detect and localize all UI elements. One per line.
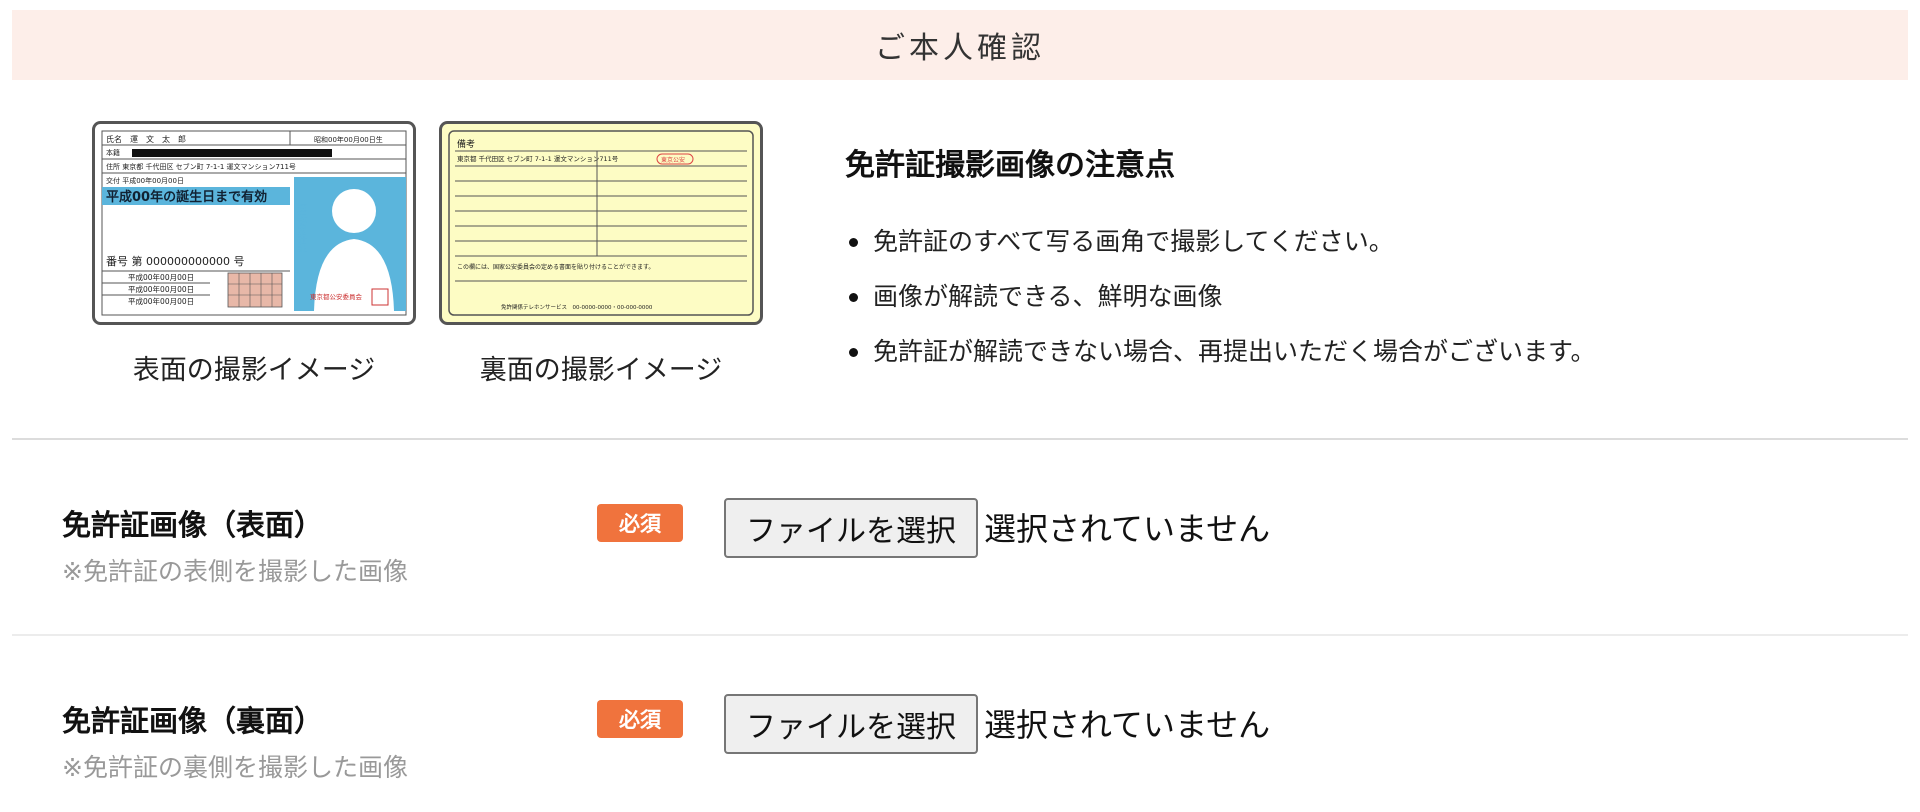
back-sample: 備考 東京都 千代田区 セブン町 7-1-1 運文マンション711号 東京公安 … — [439, 121, 763, 386]
bullet-icon — [849, 238, 858, 247]
card-birth: 昭和00年00月00日生 — [314, 135, 383, 144]
card-date-1: 平成00年00月00日 — [128, 272, 194, 282]
page-title: ご本人確認 — [875, 31, 1045, 66]
back-card-footer: 免許関係テレホンサービス 00-0000-0000・00-000-0000 — [501, 303, 653, 311]
card-license-label: 運転免許証 — [295, 203, 307, 254]
back-card-remarks: 備考 — [457, 138, 475, 150]
back-sample-caption: 裏面の撮影イメージ — [479, 355, 723, 386]
front-card-image: 氏名 運 文 太 郎 昭和00年00月00日生 本籍 住所 東京都 千代田区 セ… — [92, 121, 416, 325]
license-samples: 氏名 運 文 太 郎 昭和00年00月00日生 本籍 住所 東京都 千代田区 セ… — [92, 121, 792, 391]
divider — [12, 438, 1908, 440]
card-address: 住所 東京都 千代田区 セブン町 7-1-1 運文マンション711号 — [106, 162, 296, 171]
front-image-hint: ※免許証の表側を撮影した画像 — [62, 557, 408, 586]
front-file-status: 選択されていません — [984, 510, 1271, 548]
upload-row-front: 免許証画像（表面） ※免許証の表側を撮影した画像 必須 ファイルを選択 選択され… — [12, 496, 1908, 616]
front-sample: 氏名 運 文 太 郎 昭和00年00月00日生 本籍 住所 東京都 千代田区 セ… — [92, 121, 416, 386]
divider — [12, 634, 1908, 636]
back-card-image: 備考 東京都 千代田区 セブン町 7-1-1 運文マンション711号 東京公安 … — [439, 121, 763, 325]
list-item: 免許証のすべて写る画角で撮影してください。 — [845, 214, 1895, 269]
card-date-2: 平成00年00月00日 — [128, 284, 194, 294]
back-card-stamp: 東京公安 — [661, 156, 685, 164]
required-badge: 必須 — [597, 700, 683, 738]
required-badge: 必須 — [597, 504, 683, 542]
card-date-3: 平成00年00月00日 — [128, 296, 194, 306]
back-file-status: 選択されていません — [984, 706, 1271, 744]
upload-row-back: 免許証画像（裏面） ※免許証の裏側を撮影した画像 必須 ファイルを選択 選択され… — [12, 692, 1908, 812]
back-file-select-button[interactable]: ファイルを選択 — [724, 694, 978, 754]
list-item: 画像が解読できる、鮮明な画像 — [845, 269, 1895, 324]
front-file-select-button[interactable]: ファイルを選択 — [724, 498, 978, 558]
back-card-note: この欄には、国家公安委員会の定める書面を貼り付けることができます。 — [457, 263, 654, 271]
card-issue: 交付 平成00年00月00日 — [106, 176, 184, 185]
card-name: 氏名 運 文 太 郎 — [106, 134, 186, 144]
notes-list: 免許証のすべて写る画角で撮影してください。 画像が解読できる、鮮明な画像 免許証… — [845, 214, 1895, 379]
card-number: 番号 第 000000000000 号 — [106, 254, 244, 268]
back-image-label: 免許証画像（裏面） — [62, 704, 324, 738]
page-title-bar: ご本人確認 — [12, 10, 1908, 80]
front-image-label: 免許証画像（表面） — [62, 508, 324, 542]
notes-title: 免許証撮影画像の注意点 — [845, 148, 1175, 183]
bullet-icon — [849, 348, 858, 357]
back-image-hint: ※免許証の裏側を撮影した画像 — [62, 753, 408, 782]
front-sample-caption: 表面の撮影イメージ — [132, 355, 376, 386]
card-issuer: 東京都公安委員会 — [310, 292, 363, 301]
bullet-icon — [849, 293, 858, 302]
card-honseki: 本籍 — [106, 148, 120, 157]
list-item: 免許証が解読できない場合、再提出いただく場合がございます。 — [845, 324, 1895, 379]
card-valid: 平成00年の誕生日まで有効 — [106, 189, 267, 205]
back-card-address: 東京都 千代田区 セブン町 7-1-1 運文マンション711号 — [457, 154, 619, 163]
photo-notes: 免許証撮影画像の注意点 免許証のすべて写る画角で撮影してください。 画像が解読で… — [845, 140, 1895, 379]
